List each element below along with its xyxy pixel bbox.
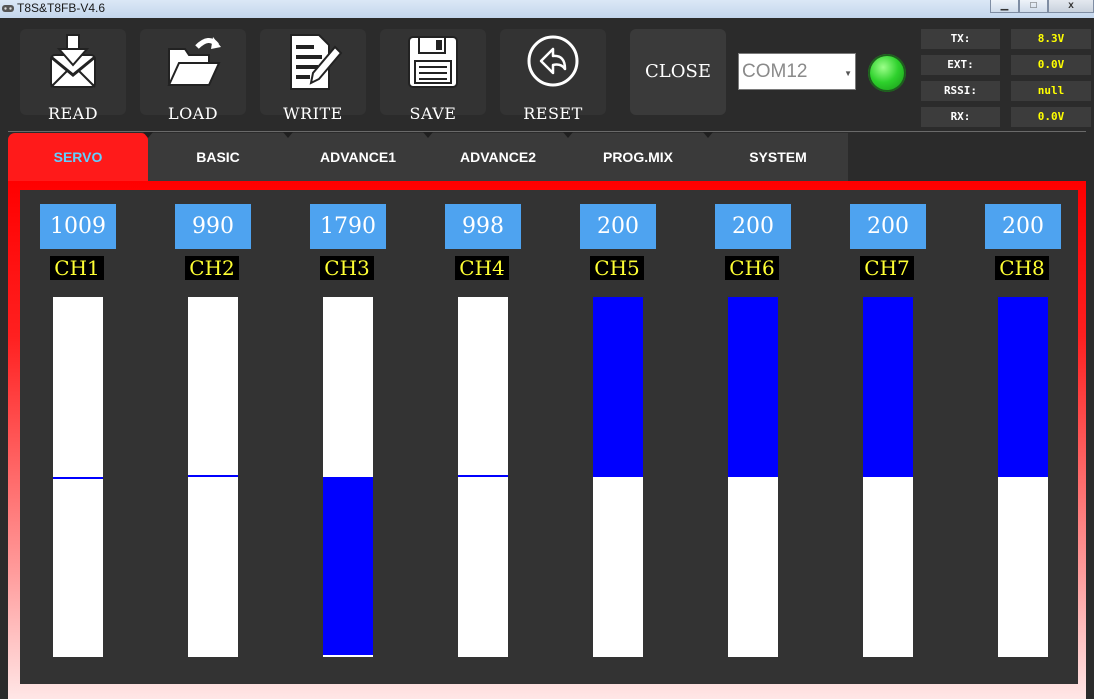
write-label: WRITE (283, 104, 343, 123)
close-connection-button[interactable]: CLOSE (630, 29, 726, 115)
tab-prog-mix[interactable]: PROG.MIX (568, 133, 708, 181)
tx-label: TX: (921, 29, 1000, 49)
channel-value: 200 (715, 204, 791, 249)
channel-value: 1009 (40, 204, 116, 249)
window-title-bar: T8S&T8FB-V4.6 ▁ □ x (0, 0, 1094, 18)
read-button[interactable]: READ (20, 29, 126, 123)
channel-bar (728, 297, 778, 657)
chevron-down-icon: ▼ (844, 69, 852, 78)
channel-bar (863, 297, 913, 657)
servo-panel (20, 190, 1078, 684)
channel-bar (53, 297, 103, 657)
channel-bar-fill (863, 297, 913, 477)
tab-advance2[interactable]: ADVANCE2 (428, 133, 568, 181)
ext-value: 0.0V (1011, 55, 1091, 75)
close-window-button[interactable]: x (1048, 0, 1094, 13)
save-button[interactable]: SAVE (380, 29, 486, 123)
reset-button[interactable]: RESET (500, 29, 606, 123)
rx-label: RX: (921, 107, 1000, 127)
document-edit-icon (290, 34, 343, 90)
channel-bar (458, 297, 508, 657)
tab-basic[interactable]: BASIC (148, 133, 288, 181)
connection-status-led (868, 54, 906, 92)
channel-value: 200 (985, 204, 1061, 249)
save-label: SAVE (409, 104, 457, 123)
reset-label: RESET (523, 104, 583, 123)
channel-label: CH7 (860, 256, 914, 280)
tab-system[interactable]: SYSTEM (708, 133, 848, 181)
read-label: READ (47, 104, 99, 123)
channel-bar-fill (728, 297, 778, 477)
load-button[interactable]: LOAD (140, 29, 246, 123)
gamepad-icon (2, 5, 14, 12)
channel-bar (323, 297, 373, 657)
com-port-value: COM12 (742, 61, 808, 82)
channel-value: 998 (445, 204, 521, 249)
tab-divider (283, 132, 293, 138)
app-window: READ LOAD WRITE SAVE RESET CLOSE COM12 ▼… (0, 18, 1094, 699)
channel-value: 200 (580, 204, 656, 249)
channel-label: CH5 (590, 256, 644, 280)
tx-value: 8.3V (1011, 29, 1091, 49)
reset-arrow-icon (527, 35, 579, 87)
window-title: T8S&T8FB-V4.6 (17, 1, 106, 15)
tab-divider (143, 132, 153, 138)
load-label: LOAD (167, 104, 219, 123)
channel-value: 200 (850, 204, 926, 249)
tab-divider (563, 132, 573, 138)
rx-value: 0.0V (1011, 107, 1091, 127)
maximize-button[interactable]: □ (1019, 0, 1048, 13)
channel-value: 990 (175, 204, 251, 249)
channel-bar (998, 297, 1048, 657)
channel-bar-fill (323, 477, 373, 655)
channel-bar-fill (593, 297, 643, 477)
channel-label: CH3 (320, 256, 374, 280)
channel-label: CH1 (50, 256, 104, 280)
channel-label: CH2 (185, 256, 239, 280)
minimize-button[interactable]: ▁ (990, 0, 1019, 13)
toolbar-divider (8, 131, 1086, 132)
channel-label: CH6 (725, 256, 779, 280)
channel-value: 1790 (310, 204, 386, 249)
channel-bar (593, 297, 643, 657)
floppy-disk-icon (408, 36, 458, 88)
ext-label: EXT: (921, 55, 1000, 75)
channel-label: CH8 (995, 256, 1049, 280)
com-port-select[interactable]: COM12 ▼ (738, 53, 856, 90)
channel-bar-fill (53, 477, 103, 480)
write-button[interactable]: WRITE (260, 29, 366, 123)
envelope-download-icon (50, 34, 96, 88)
rssi-label: RSSI: (921, 81, 1000, 101)
tab-servo[interactable]: SERVO (8, 133, 148, 181)
folder-open-icon (167, 37, 221, 86)
rssi-value: null (1011, 81, 1091, 101)
tab-divider (703, 132, 713, 138)
channel-bar (188, 297, 238, 657)
tab-divider (423, 132, 433, 138)
tab-advance1[interactable]: ADVANCE1 (288, 133, 428, 181)
channel-label: CH4 (455, 256, 509, 280)
channel-bar-fill (998, 297, 1048, 477)
channel-bar-fill (458, 475, 508, 477)
channel-bar-fill (188, 474, 238, 477)
